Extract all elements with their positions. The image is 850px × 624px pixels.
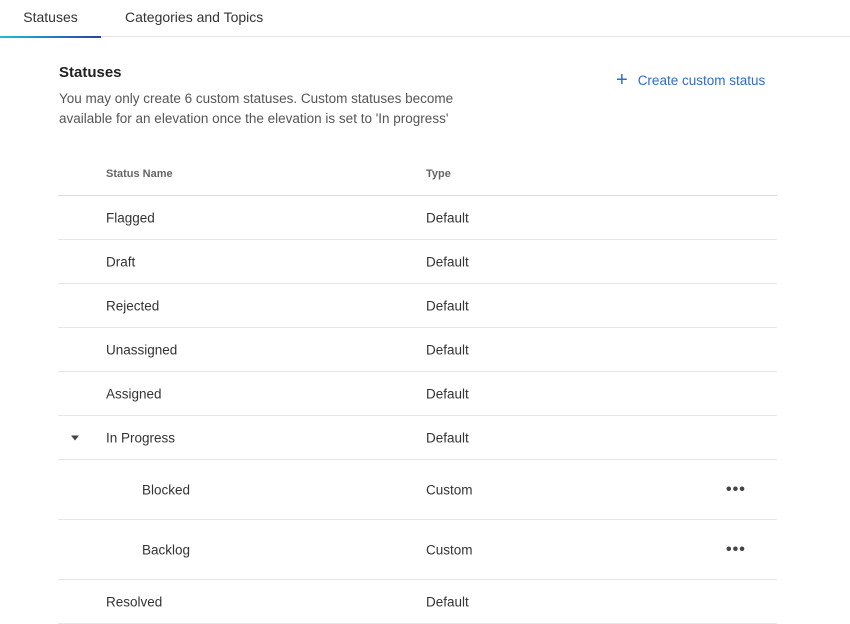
header-type: Type <box>426 167 451 180</box>
create-custom-status-label: Create custom status <box>637 72 766 88</box>
section-description: You may only create 6 custom statuses. C… <box>59 91 454 126</box>
status-name: Flagged <box>106 210 155 225</box>
section-title: Statuses <box>59 64 122 81</box>
table-header: Status Name Type <box>58 152 777 196</box>
status-name: Draft <box>106 254 136 269</box>
status-type: Default <box>426 386 469 401</box>
table-row: Rejected Default <box>58 284 777 328</box>
create-custom-status-button[interactable]: + Create custom status <box>616 69 766 91</box>
table-row: Resolved Default <box>58 580 777 624</box>
status-name: Blocked <box>142 482 191 497</box>
status-name: Resolved <box>106 594 163 609</box>
collapse-caret-icon[interactable] <box>71 435 79 440</box>
status-type: Default <box>426 210 469 225</box>
table-row: Assigned Default <box>58 372 777 416</box>
status-name: In Progress <box>106 430 176 445</box>
status-type: Default <box>426 298 469 313</box>
status-type: Default <box>426 430 469 445</box>
status-name: Rejected <box>106 298 160 313</box>
tab-categories-and-topics[interactable]: Categories and Topics <box>125 0 263 37</box>
statuses-table: Status Name Type Flagged Default Draft Def… <box>58 152 777 624</box>
plus-icon: + <box>616 69 628 91</box>
table-row: Unassigned Default <box>58 328 777 372</box>
table-row: Draft Default <box>58 240 777 284</box>
more-options-icon[interactable]: ••• <box>726 541 746 559</box>
status-type: Custom <box>426 542 473 557</box>
header-status-name: Status Name <box>106 167 173 180</box>
table-row: Backlog Custom ••• <box>58 520 777 580</box>
status-type: Default <box>426 254 469 269</box>
table-row: Flagged Default <box>58 196 777 240</box>
more-options-icon[interactable]: ••• <box>726 481 746 499</box>
status-type: Custom <box>426 482 473 497</box>
status-type: Default <box>426 342 469 357</box>
status-name: Assigned <box>106 386 162 401</box>
status-type: Default <box>426 594 469 609</box>
table-row: Blocked Custom ••• <box>58 460 777 520</box>
tab-bar: Statuses Categories and Topics <box>0 0 850 38</box>
table-row: In Progress Default <box>58 416 777 460</box>
status-name: Unassigned <box>106 342 178 357</box>
status-name: Backlog <box>142 542 191 557</box>
tab-statuses[interactable]: Statuses <box>0 0 101 38</box>
